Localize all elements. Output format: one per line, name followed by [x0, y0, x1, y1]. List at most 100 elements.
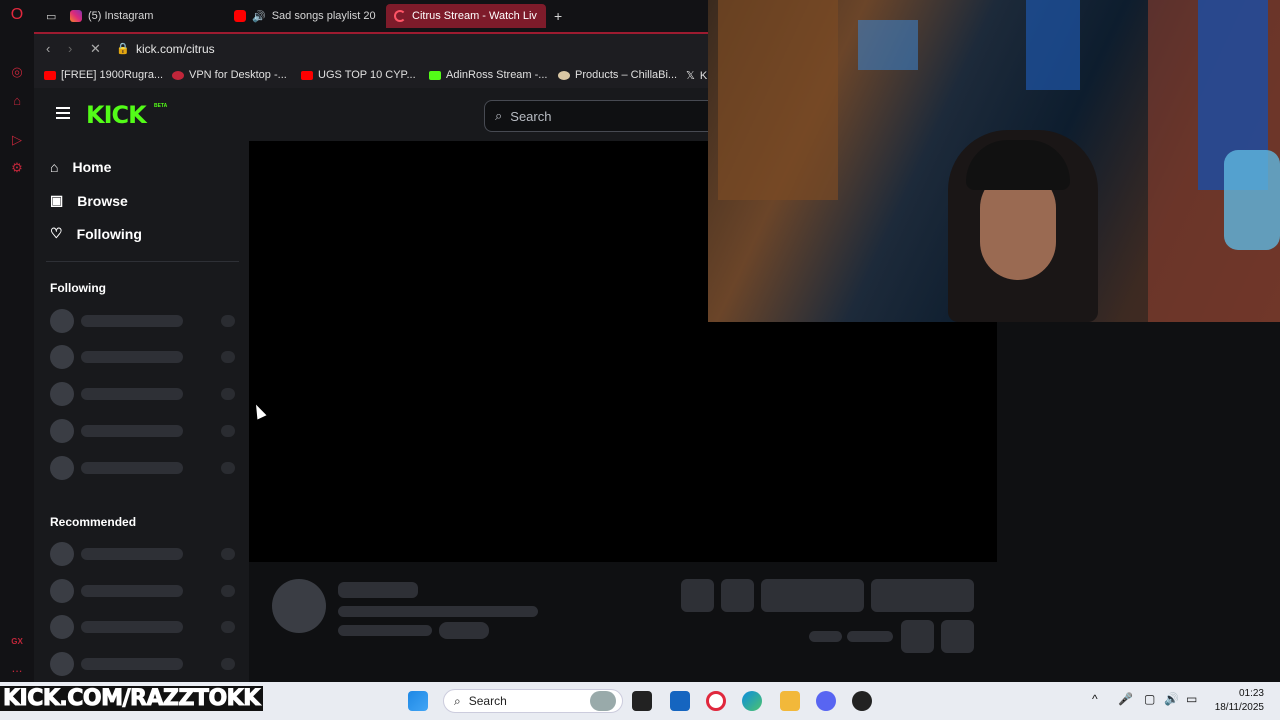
more-icon[interactable]: ... [9, 660, 25, 676]
menu-icon[interactable] [56, 107, 70, 119]
messenger-icon[interactable]: ⌂ [9, 93, 25, 109]
nav-browse[interactable]: ▣ Browse [50, 192, 128, 209]
file-explorer-icon[interactable] [780, 691, 800, 711]
bookmark-label: [FREE] 1900Rugra... [61, 69, 164, 81]
beta-badge: BETA [154, 103, 168, 109]
battery-icon[interactable]: ▭ [1186, 692, 1197, 706]
skeleton-button [901, 620, 934, 653]
kick-header: KICK BETA ⌕ Search [34, 88, 734, 141]
nav-home[interactable]: ⌂ Home [50, 159, 111, 175]
tab-instagram[interactable]: (5) Instagram [62, 4, 212, 28]
tab-label: (5) Instagram [88, 10, 154, 22]
workspaces-icon[interactable]: ▭ [38, 4, 58, 28]
chillabi-icon [558, 70, 570, 80]
settings-icon[interactable]: ⚙ [9, 160, 25, 176]
back-icon[interactable]: ‹ [46, 41, 50, 56]
youtube-icon [234, 10, 246, 22]
clock[interactable]: 01:23 18/11/2025 [1215, 687, 1264, 715]
door [718, 0, 838, 200]
bookmark-item[interactable]: UGS TOP 10 CYP... [301, 69, 416, 81]
skeleton-row [50, 615, 236, 639]
skeleton-row [50, 419, 236, 443]
app-icon[interactable] [852, 691, 872, 711]
nav-label: Following [76, 225, 142, 242]
network-icon[interactable]: ▢ [1144, 692, 1155, 706]
kick-sidebar: ⌂ Home ▣ Browse ♡ Following Following Recom… [34, 141, 249, 682]
opera-gx-icon[interactable] [706, 691, 726, 711]
tab-citrus-stream[interactable]: Citrus Stream - Watch Liv [386, 4, 546, 28]
avatar [272, 579, 326, 633]
kick-logo[interactable]: KICK [86, 101, 147, 129]
skeleton-button [871, 579, 974, 612]
heart-icon: ♡ [50, 225, 63, 241]
tab-strip: ▭ (5) Instagram 🔊 Sad songs playlist 20 … [34, 0, 708, 32]
windows-taskbar: KICK.COM/RAZZTOKK ⌕ Search ^ 🎤 ▢ 🔊 ▭ 01:… [0, 682, 1280, 720]
bookmark-item[interactable]: [FREE] 1900Rugra... [44, 69, 163, 81]
stop-loading-icon[interactable]: ✕ [90, 41, 101, 57]
search-icon: ⌕ [495, 108, 503, 123]
skeleton-button [721, 579, 754, 612]
recommended-heading: Recommended [50, 515, 137, 529]
stream-info [249, 562, 1280, 682]
skeleton-button [681, 579, 714, 612]
url-field[interactable]: kick.com/citrus [136, 42, 215, 56]
skeleton [338, 582, 418, 598]
youtube-icon [301, 70, 313, 80]
edge-icon[interactable] [742, 691, 762, 711]
search-input[interactable]: ⌕ Search [484, 100, 734, 132]
opera-logo-icon[interactable]: O [9, 7, 25, 23]
bookmark-label: AdinRoss Stream -... [446, 69, 548, 81]
skeleton [847, 631, 893, 642]
player-icon[interactable]: ▷ [9, 132, 25, 148]
time: 01:23 [1238, 688, 1264, 699]
volume-icon[interactable]: 🔊 [1164, 692, 1179, 706]
curtain [1026, 0, 1080, 90]
bookmark-item[interactable]: 𝕏K [686, 69, 707, 83]
following-heading: Following [50, 281, 106, 295]
tab-sad-songs[interactable]: 🔊 Sad songs playlist 20 [226, 4, 376, 28]
skeleton-row [50, 456, 236, 480]
webcam-overlay [708, 0, 1280, 322]
stream-overlay-text: KICK.COM/RAZZTOKK [0, 686, 263, 712]
search-placeholder: Search [510, 108, 552, 124]
bookmark-item[interactable]: VPN for Desktop -... [172, 69, 287, 81]
bookmark-item[interactable]: Products – ChillaBi... [558, 69, 677, 81]
windows-start-icon[interactable] [408, 691, 428, 711]
bookmark-item[interactable]: AdinRoss Stream -... [429, 69, 547, 81]
skeleton-row [50, 382, 236, 406]
new-tab-button[interactable]: + [546, 4, 566, 28]
forward-icon[interactable]: › [68, 41, 72, 56]
skeleton [338, 625, 432, 636]
chat-panel [997, 322, 1280, 562]
nav-label: Browse [77, 192, 128, 209]
bookmark-label: Products – ChillaBi... [575, 69, 678, 81]
kick-icon [429, 70, 441, 80]
skeleton [439, 622, 489, 639]
opera-sidebar: O ◎ ⌂ ▷ ⚙ GX ... [0, 0, 34, 682]
home-icon: ⌂ [50, 159, 59, 175]
tab-label: Citrus Stream - Watch Liv [412, 10, 537, 22]
lock-icon: 🔒 [116, 43, 130, 55]
tab-label: Sad songs playlist 20 [271, 10, 376, 22]
store-icon[interactable] [670, 691, 690, 711]
bookmark-label: VPN for Desktop -... [189, 69, 287, 81]
browse-icon: ▣ [50, 192, 64, 208]
task-view-icon[interactable] [632, 691, 652, 711]
divider [46, 261, 239, 262]
discord-icon[interactable] [816, 691, 836, 711]
nav-label: Home [72, 159, 112, 175]
nav-following[interactable]: ♡ Following [50, 225, 142, 242]
aria-icon[interactable]: ◎ [9, 64, 25, 80]
instagram-icon [70, 10, 82, 22]
chevron-up-icon[interactable]: ^ [1092, 692, 1098, 706]
microphone-icon[interactable]: 🎤 [1118, 692, 1133, 706]
widgets-icon[interactable] [590, 691, 616, 711]
skeleton [809, 631, 842, 642]
skeleton [338, 606, 538, 617]
x-icon: 𝕏 [686, 70, 695, 82]
vpn-icon [172, 70, 184, 80]
gx-icon[interactable]: GX [9, 634, 25, 650]
skeleton-row [50, 579, 236, 603]
skeleton-button [941, 620, 974, 653]
skeleton-row [50, 542, 236, 566]
